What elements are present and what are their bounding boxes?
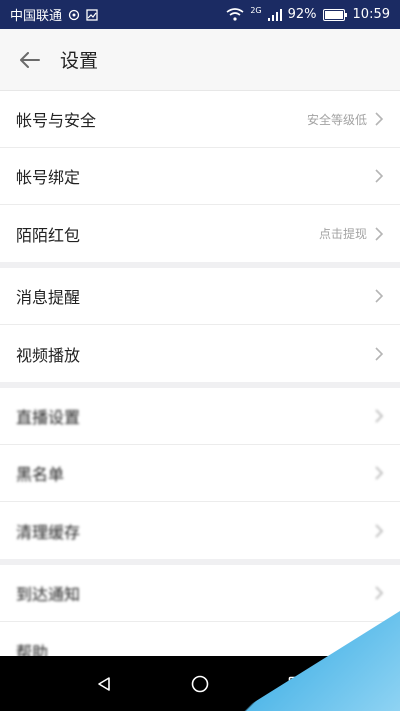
chevron-right-icon <box>375 112 384 126</box>
setting-message-alerts[interactable]: 消息提醒 <box>0 268 400 325</box>
setting-red-packet[interactable]: 陌陌红包 点击提现 <box>0 205 400 262</box>
setting-account-binding[interactable]: 帐号绑定 <box>0 148 400 205</box>
network-type: 2G <box>250 6 262 15</box>
setting-label: 黑名单 <box>16 465 65 484</box>
settings-group-misc: 直播设置 黑名单 清理缓存 <box>0 388 400 559</box>
arrow-left-icon <box>20 51 40 68</box>
setting-label: 帐号与安全 <box>16 111 97 130</box>
setting-account-security[interactable]: 帐号与安全 安全等级低 <box>0 91 400 148</box>
setting-video-playback[interactable]: 视频播放 <box>0 325 400 382</box>
back-button[interactable] <box>0 29 60 91</box>
circle-home-icon <box>191 675 209 692</box>
chevron-right-icon <box>375 586 384 600</box>
setting-blacklist[interactable]: 黑名单 <box>0 445 400 502</box>
signal-icon <box>267 8 282 21</box>
settings-group-notifications: 消息提醒 视频播放 <box>0 268 400 382</box>
setting-clear-cache[interactable]: 清理缓存 <box>0 502 400 559</box>
setting-label: 视频播放 <box>16 345 81 365</box>
chevron-right-icon <box>375 226 384 241</box>
app-bar: 设置 <box>0 29 400 91</box>
chevron-right-icon <box>375 409 384 423</box>
wifi-icon <box>226 8 244 21</box>
chevron-right-icon <box>375 346 384 361</box>
setting-value: 点击提现 <box>318 227 367 241</box>
clock: 10:59 <box>352 7 390 22</box>
setting-label: 消息提醒 <box>16 288 81 307</box>
battery-percent: 92% <box>287 7 317 22</box>
notification-icon <box>68 9 80 21</box>
setting-label: 直播设置 <box>16 408 81 427</box>
chevron-right-icon <box>375 466 384 480</box>
nav-back-button[interactable] <box>84 664 124 704</box>
image-icon <box>86 8 98 21</box>
status-bar: 中国联通 2G 92% 10:59 <box>0 0 400 29</box>
chevron-right-icon <box>375 169 384 183</box>
chevron-right-icon <box>375 289 384 303</box>
carrier-label: 中国联通 <box>10 9 63 24</box>
setting-value: 安全等级低 <box>306 112 367 127</box>
setting-label: 陌陌红包 <box>16 225 81 245</box>
page-title: 设置 <box>60 50 99 72</box>
setting-label: 清理缓存 <box>16 522 81 542</box>
setting-live-stream[interactable]: 直播设置 <box>0 388 400 445</box>
settings-list: 帐号与安全 安全等级低 帐号绑定 陌陌红包 点击提现 消息提醒 视频播放 直播设… <box>0 91 400 679</box>
setting-label: 帐号绑定 <box>16 168 81 187</box>
nav-home-button[interactable] <box>180 664 220 704</box>
setting-label: 到达通知 <box>16 585 81 604</box>
chevron-right-icon <box>375 523 384 538</box>
settings-group-account: 帐号与安全 安全等级低 帐号绑定 陌陌红包 点击提现 <box>0 91 400 262</box>
setting-arrival-notice[interactable]: 到达通知 <box>0 565 400 622</box>
triangle-back-icon <box>98 676 110 691</box>
battery-icon <box>322 8 347 21</box>
